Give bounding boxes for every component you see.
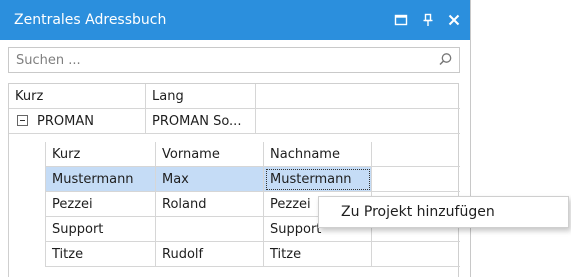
search-box bbox=[8, 47, 460, 73]
address-book-panel: Zentrales Adressbuch Suchen ... Kurz Lan… bbox=[0, 0, 471, 277]
context-menu: Zu Projekt hinzufügen bbox=[318, 196, 569, 228]
search-icon[interactable] bbox=[438, 52, 453, 67]
column-header-kurz[interactable]: Kurz bbox=[9, 84, 146, 109]
detail-header-filler bbox=[372, 142, 460, 167]
title-bar: Zentrales Adressbuch bbox=[0, 0, 470, 40]
detail-row-1-nachname[interactable]: Mustermann bbox=[264, 167, 372, 192]
detail-header-kurz[interactable]: Kurz bbox=[45, 142, 156, 167]
column-header-filler bbox=[256, 84, 460, 109]
detail-row-1-filler bbox=[372, 167, 460, 192]
close-icon[interactable] bbox=[446, 12, 462, 28]
row-lang-value[interactable]: PROMAN So... bbox=[146, 109, 256, 134]
detail-row-3-kurz[interactable]: Support bbox=[45, 217, 156, 242]
row-filler bbox=[256, 109, 460, 134]
pin-icon[interactable] bbox=[420, 12, 436, 28]
column-header-lang[interactable]: Lang bbox=[146, 84, 256, 109]
context-menu-item-add-to-project[interactable]: Zu Projekt hinzufügen bbox=[319, 197, 568, 227]
detail-row-1-vorname[interactable]: Max bbox=[156, 167, 264, 192]
detail-header-vorname[interactable]: Vorname bbox=[156, 142, 264, 167]
detail-row-4-filler bbox=[372, 242, 460, 267]
panel-title: Zentrales Adressbuch bbox=[14, 12, 167, 28]
address-grid: Kurz Lang PROMAN PROMAN So... Kurz Vorna… bbox=[8, 83, 460, 277]
detail-row-2-kurz[interactable]: Pezzei bbox=[45, 192, 156, 217]
detail-row-1-kurz[interactable]: Mustermann bbox=[45, 167, 156, 192]
detail-row-4-vorname[interactable]: Rudolf bbox=[156, 242, 264, 267]
row-kurz-value: PROMAN bbox=[37, 114, 94, 129]
detail-row-3-vorname[interactable] bbox=[156, 217, 264, 242]
collapse-icon[interactable] bbox=[17, 115, 28, 126]
search-input[interactable] bbox=[9, 48, 429, 72]
table-row-proman[interactable]: PROMAN bbox=[9, 109, 146, 134]
detail-row-4-nachname[interactable]: Titze bbox=[264, 242, 372, 267]
detail-row-2-vorname[interactable]: Roland bbox=[156, 192, 264, 217]
detail-row-4-kurz[interactable]: Titze bbox=[45, 242, 156, 267]
window-icon[interactable] bbox=[393, 12, 409, 28]
detail-header-nachname[interactable]: Nachname bbox=[264, 142, 372, 167]
